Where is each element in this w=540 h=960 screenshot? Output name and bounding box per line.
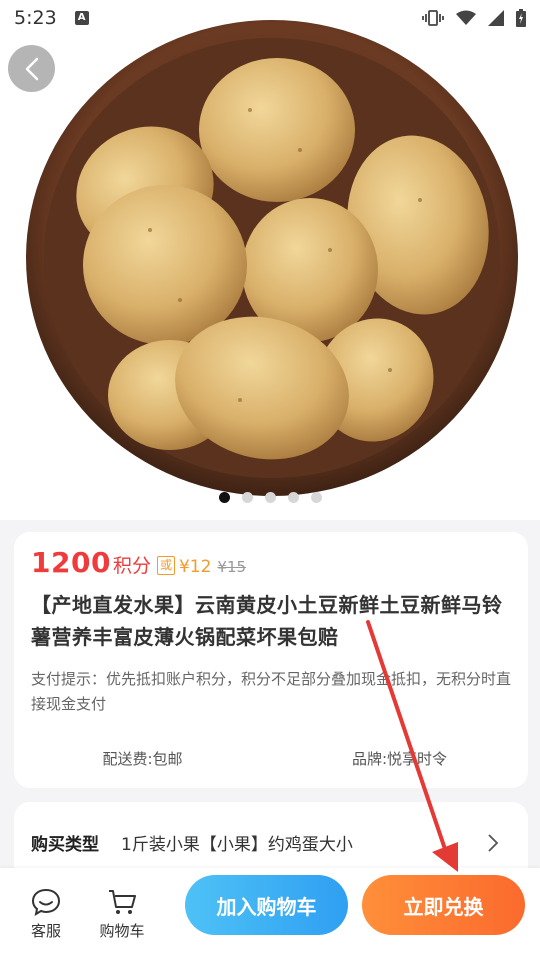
carousel-dot[interactable] <box>241 492 253 503</box>
points-price: 1200 <box>31 546 111 579</box>
shopping-cart-label: 购物车 <box>99 921 145 940</box>
potato-bowl-image <box>26 20 518 496</box>
or-badge: 或 <box>156 556 175 575</box>
add-to-cart-button[interactable]: 加入购物车 <box>185 875 348 935</box>
carousel-indicator <box>0 492 540 503</box>
product-info-card: 1200 积分 或 ¥12 ¥15 【产地直发水果】云南黄皮小土豆新鲜土豆新鲜马… <box>14 532 528 788</box>
shipping-fee: 配送费:包邮 <box>102 750 183 768</box>
carousel-dot[interactable] <box>310 492 322 503</box>
brand: 品牌:悦享时令 <box>351 750 448 768</box>
purchase-type-value: 1斤装小果【小果】约鸡蛋大小 <box>121 835 353 855</box>
chevron-left-icon <box>25 57 38 80</box>
cash-price: ¥12 <box>178 557 212 577</box>
notification-icon: A <box>74 11 89 25</box>
shopping-cart-button[interactable]: 购物车 <box>90 888 154 941</box>
wifi-icon <box>456 10 476 25</box>
battery-charging-icon <box>516 9 526 27</box>
carousel-dot[interactable] <box>264 492 276 503</box>
bottom-action-bar: 客服 购物车 加入购物车 立即兑换 <box>0 868 540 960</box>
back-button[interactable] <box>8 45 55 92</box>
product-image-carousel[interactable] <box>0 0 540 520</box>
payment-tip: 支付提示：优先抵扣账户积分，积分不足部分叠加现金抵扣，无积分时直接现金支付 <box>31 670 512 713</box>
status-time: 5:23 <box>14 7 57 29</box>
chevron-right-icon <box>488 833 499 852</box>
customer-service-label: 客服 <box>30 921 61 940</box>
chat-bubble-icon <box>31 888 61 916</box>
carousel-dot[interactable] <box>287 492 299 503</box>
points-unit: 积分 <box>112 555 151 577</box>
vibrate-icon <box>422 10 444 26</box>
customer-service-button[interactable]: 客服 <box>14 888 78 941</box>
redeem-now-button[interactable]: 立即兑换 <box>362 875 525 935</box>
signal-icon <box>488 10 504 26</box>
carousel-dot[interactable] <box>218 492 230 503</box>
product-meta: 配送费:包邮 品牌:悦享时令 <box>14 748 528 769</box>
original-price: ¥15 <box>217 558 247 576</box>
shopping-cart-icon <box>109 889 136 914</box>
product-title: 【产地直发水果】云南黄皮小土豆新鲜土豆新鲜马铃薯营养丰富皮薄火锅配菜坏果包赔 <box>31 593 503 649</box>
price-row: 1200 积分 或 ¥12 ¥15 <box>31 546 511 579</box>
status-bar: 5:23 A <box>0 0 540 36</box>
purchase-type-label: 购买类型 <box>31 835 99 855</box>
